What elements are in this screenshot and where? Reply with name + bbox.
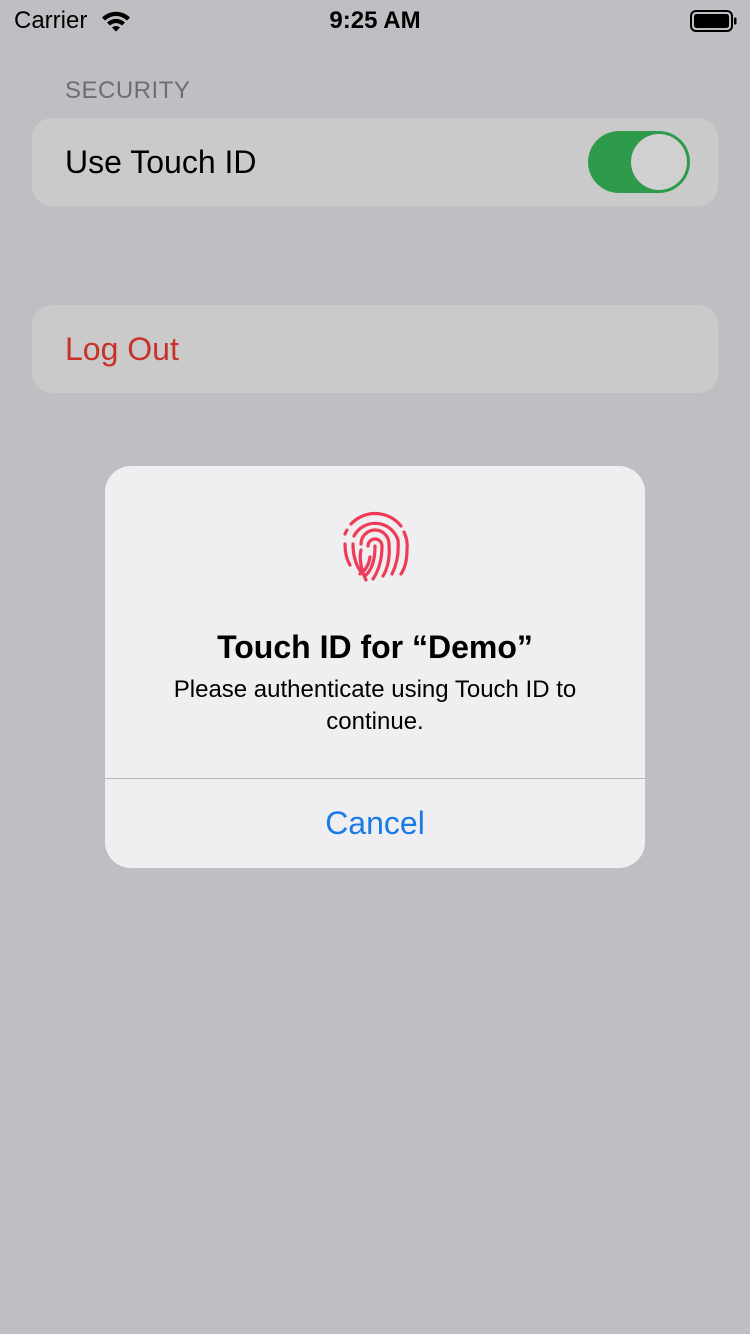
battery-icon — [690, 10, 737, 32]
status-time: 9:25 AM — [329, 7, 421, 34]
alert-title: Touch ID for “Demo” — [217, 629, 533, 665]
touch-id-cell: Use Touch ID — [32, 118, 718, 206]
logout-button[interactable]: Log Out — [65, 305, 179, 393]
touch-id-label: Use Touch ID — [65, 144, 257, 180]
section-header-security: SECURITY — [65, 77, 191, 104]
toggle-knob — [631, 134, 687, 190]
touch-id-toggle[interactable] — [588, 131, 690, 193]
alert-message: Please authenticate using Touch ID to co… — [173, 676, 577, 735]
fingerprint-icon — [343, 511, 409, 582]
cancel-button[interactable]: Cancel — [105, 779, 645, 868]
touch-id-alert: Touch ID for “Demo” Please authenticate … — [105, 466, 645, 868]
logout-cell[interactable]: Log Out — [32, 305, 718, 393]
status-bar: Carrier 9:25 AM — [0, 0, 750, 40]
